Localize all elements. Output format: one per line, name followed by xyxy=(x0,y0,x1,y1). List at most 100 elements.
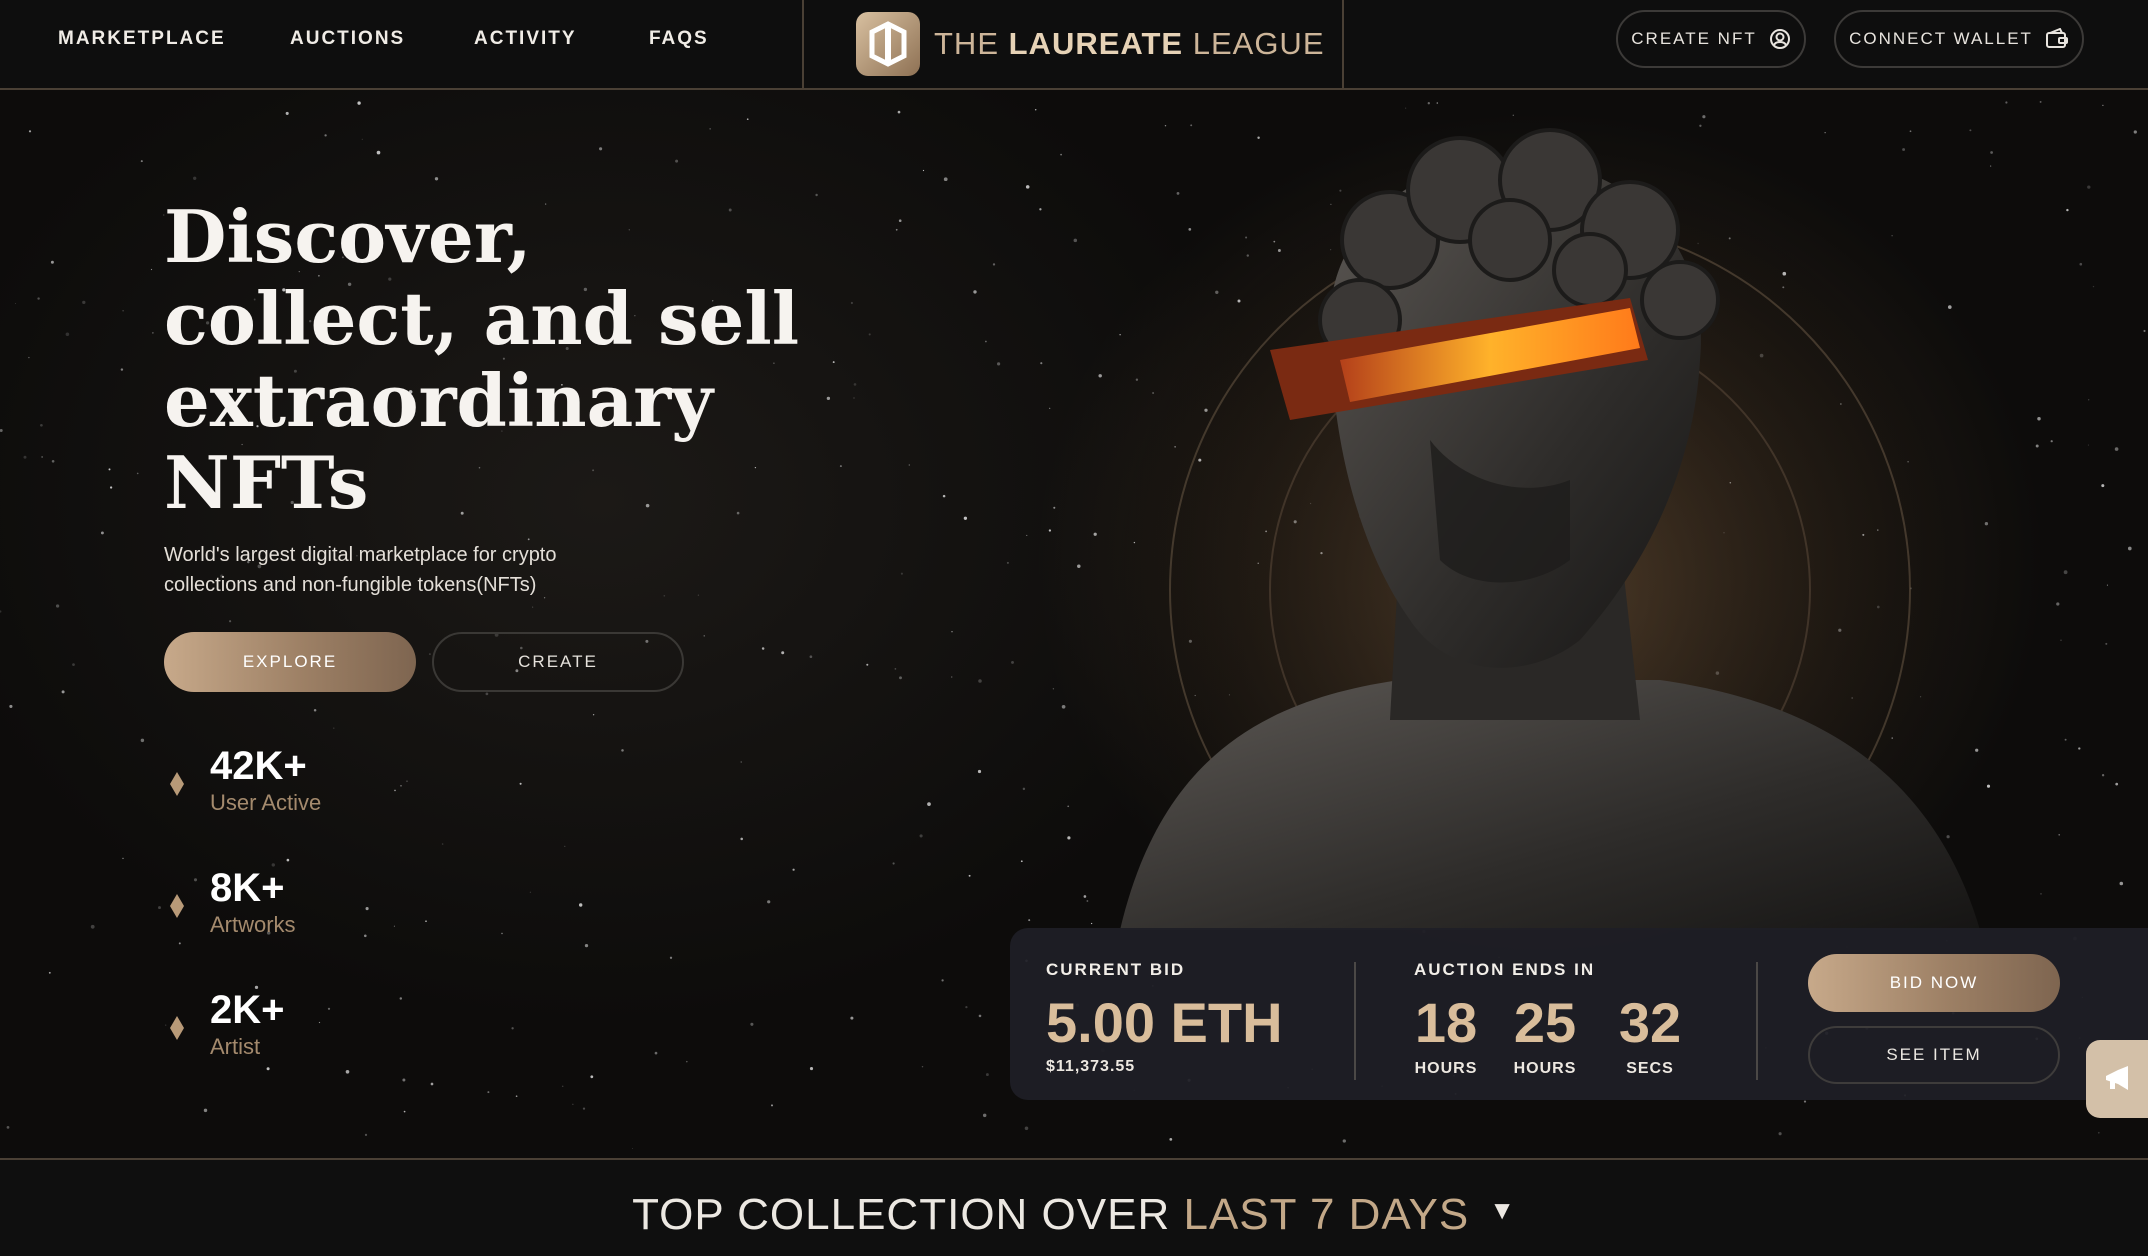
star xyxy=(740,761,742,763)
star xyxy=(963,516,968,520)
create-button[interactable]: CREATE xyxy=(432,632,684,692)
star xyxy=(229,620,232,623)
star xyxy=(1067,836,1071,840)
star xyxy=(150,268,153,271)
user-circle-icon xyxy=(1769,29,1790,49)
star xyxy=(364,1133,368,1137)
star xyxy=(1011,660,1014,664)
star xyxy=(286,858,290,862)
star xyxy=(23,455,27,459)
star xyxy=(826,396,831,401)
star xyxy=(140,160,143,163)
announcement-tab[interactable] xyxy=(2086,1040,2148,1118)
star xyxy=(9,704,13,708)
star xyxy=(364,934,367,938)
star xyxy=(14,302,17,305)
star xyxy=(1028,919,1031,922)
star xyxy=(767,900,771,904)
star xyxy=(2143,329,2146,333)
star xyxy=(376,150,381,155)
star xyxy=(654,1051,658,1055)
create-nft-label: CREATE NFT xyxy=(1631,29,1757,48)
star xyxy=(2106,584,2108,586)
star xyxy=(978,679,982,683)
star xyxy=(2105,642,2108,645)
star xyxy=(895,228,898,231)
star xyxy=(697,594,700,596)
star xyxy=(968,874,971,877)
divider xyxy=(1756,962,1758,1080)
nav-faqs[interactable]: FAQS xyxy=(649,28,709,50)
star xyxy=(1083,895,1087,898)
star xyxy=(1093,532,1097,536)
star xyxy=(28,356,30,359)
create-nft-button[interactable]: CREATE NFT xyxy=(1616,10,1806,68)
star xyxy=(892,862,895,865)
laureate-logo-icon xyxy=(856,12,920,76)
nav-marketplace[interactable]: MARKETPLACE xyxy=(58,28,226,50)
star xyxy=(82,300,86,305)
star xyxy=(750,1022,754,1026)
star xyxy=(1067,805,1070,808)
star xyxy=(266,1067,270,1071)
star xyxy=(2035,444,2039,448)
brand[interactable]: THE LAUREATE LEAGUE xyxy=(802,0,1344,90)
timer-unit-hours: HOURS xyxy=(1414,1060,1478,1077)
star xyxy=(897,110,901,114)
top-collection-title: TOP COLLECTION OVER LAST 7 DAYS ▼ xyxy=(0,1190,2148,1240)
star xyxy=(675,159,679,163)
star xyxy=(898,219,902,223)
connect-wallet-button[interactable]: CONNECT WALLET xyxy=(1834,10,2084,68)
bottom-section-header: TOP COLLECTION OVER LAST 7 DAYS ▼ xyxy=(0,1158,2148,1256)
star xyxy=(529,891,532,893)
star xyxy=(1039,208,1042,211)
chevron-down-icon[interactable]: ▼ xyxy=(1489,1195,1516,1225)
star xyxy=(402,1078,406,1082)
star xyxy=(663,594,666,597)
star xyxy=(1024,1126,1029,1131)
star xyxy=(2058,834,2060,836)
star xyxy=(792,868,795,871)
explore-button[interactable]: EXPLORE xyxy=(164,632,416,692)
star xyxy=(978,1014,982,1018)
star xyxy=(487,1091,490,1094)
star xyxy=(985,340,987,343)
auction-ends-label: AUCTION ENDS IN xyxy=(1414,960,1596,979)
star xyxy=(1405,107,1407,109)
star xyxy=(1049,407,1051,409)
star xyxy=(1053,506,1056,509)
current-bid-usd: $11,373.55 xyxy=(1046,1058,1136,1075)
star xyxy=(1025,185,1030,189)
star xyxy=(839,465,842,468)
star xyxy=(832,361,835,364)
star xyxy=(900,572,903,575)
star xyxy=(2005,101,2008,104)
star xyxy=(709,128,711,130)
star xyxy=(393,925,395,927)
auction-card: CURRENT BID 5.00 ETH $11,373.55 AUCTION … xyxy=(1010,928,2148,1100)
star xyxy=(511,1027,514,1030)
star xyxy=(1778,1132,1782,1136)
star xyxy=(136,472,139,475)
star xyxy=(686,1060,688,1063)
see-item-button[interactable]: SEE ITEM xyxy=(1808,1026,2060,1084)
title-period[interactable]: LAST 7 DAYS xyxy=(1183,1190,1469,1239)
star xyxy=(1034,109,1037,111)
star xyxy=(2133,130,2137,134)
star xyxy=(122,857,124,860)
bid-now-button[interactable]: BID NOW xyxy=(1808,954,2060,1012)
star xyxy=(985,1073,989,1077)
nav-activity[interactable]: ACTIVITY xyxy=(474,28,577,50)
star xyxy=(868,333,871,336)
star xyxy=(2050,440,2053,443)
star xyxy=(927,802,931,806)
star xyxy=(485,692,489,696)
star xyxy=(2101,484,2105,488)
star xyxy=(394,789,396,792)
star xyxy=(592,714,595,716)
star xyxy=(850,301,853,305)
star xyxy=(51,459,55,463)
star xyxy=(853,383,857,386)
nav-auctions[interactable]: AUCTIONS xyxy=(290,28,405,50)
stat-value: 2K+ xyxy=(210,988,285,1032)
